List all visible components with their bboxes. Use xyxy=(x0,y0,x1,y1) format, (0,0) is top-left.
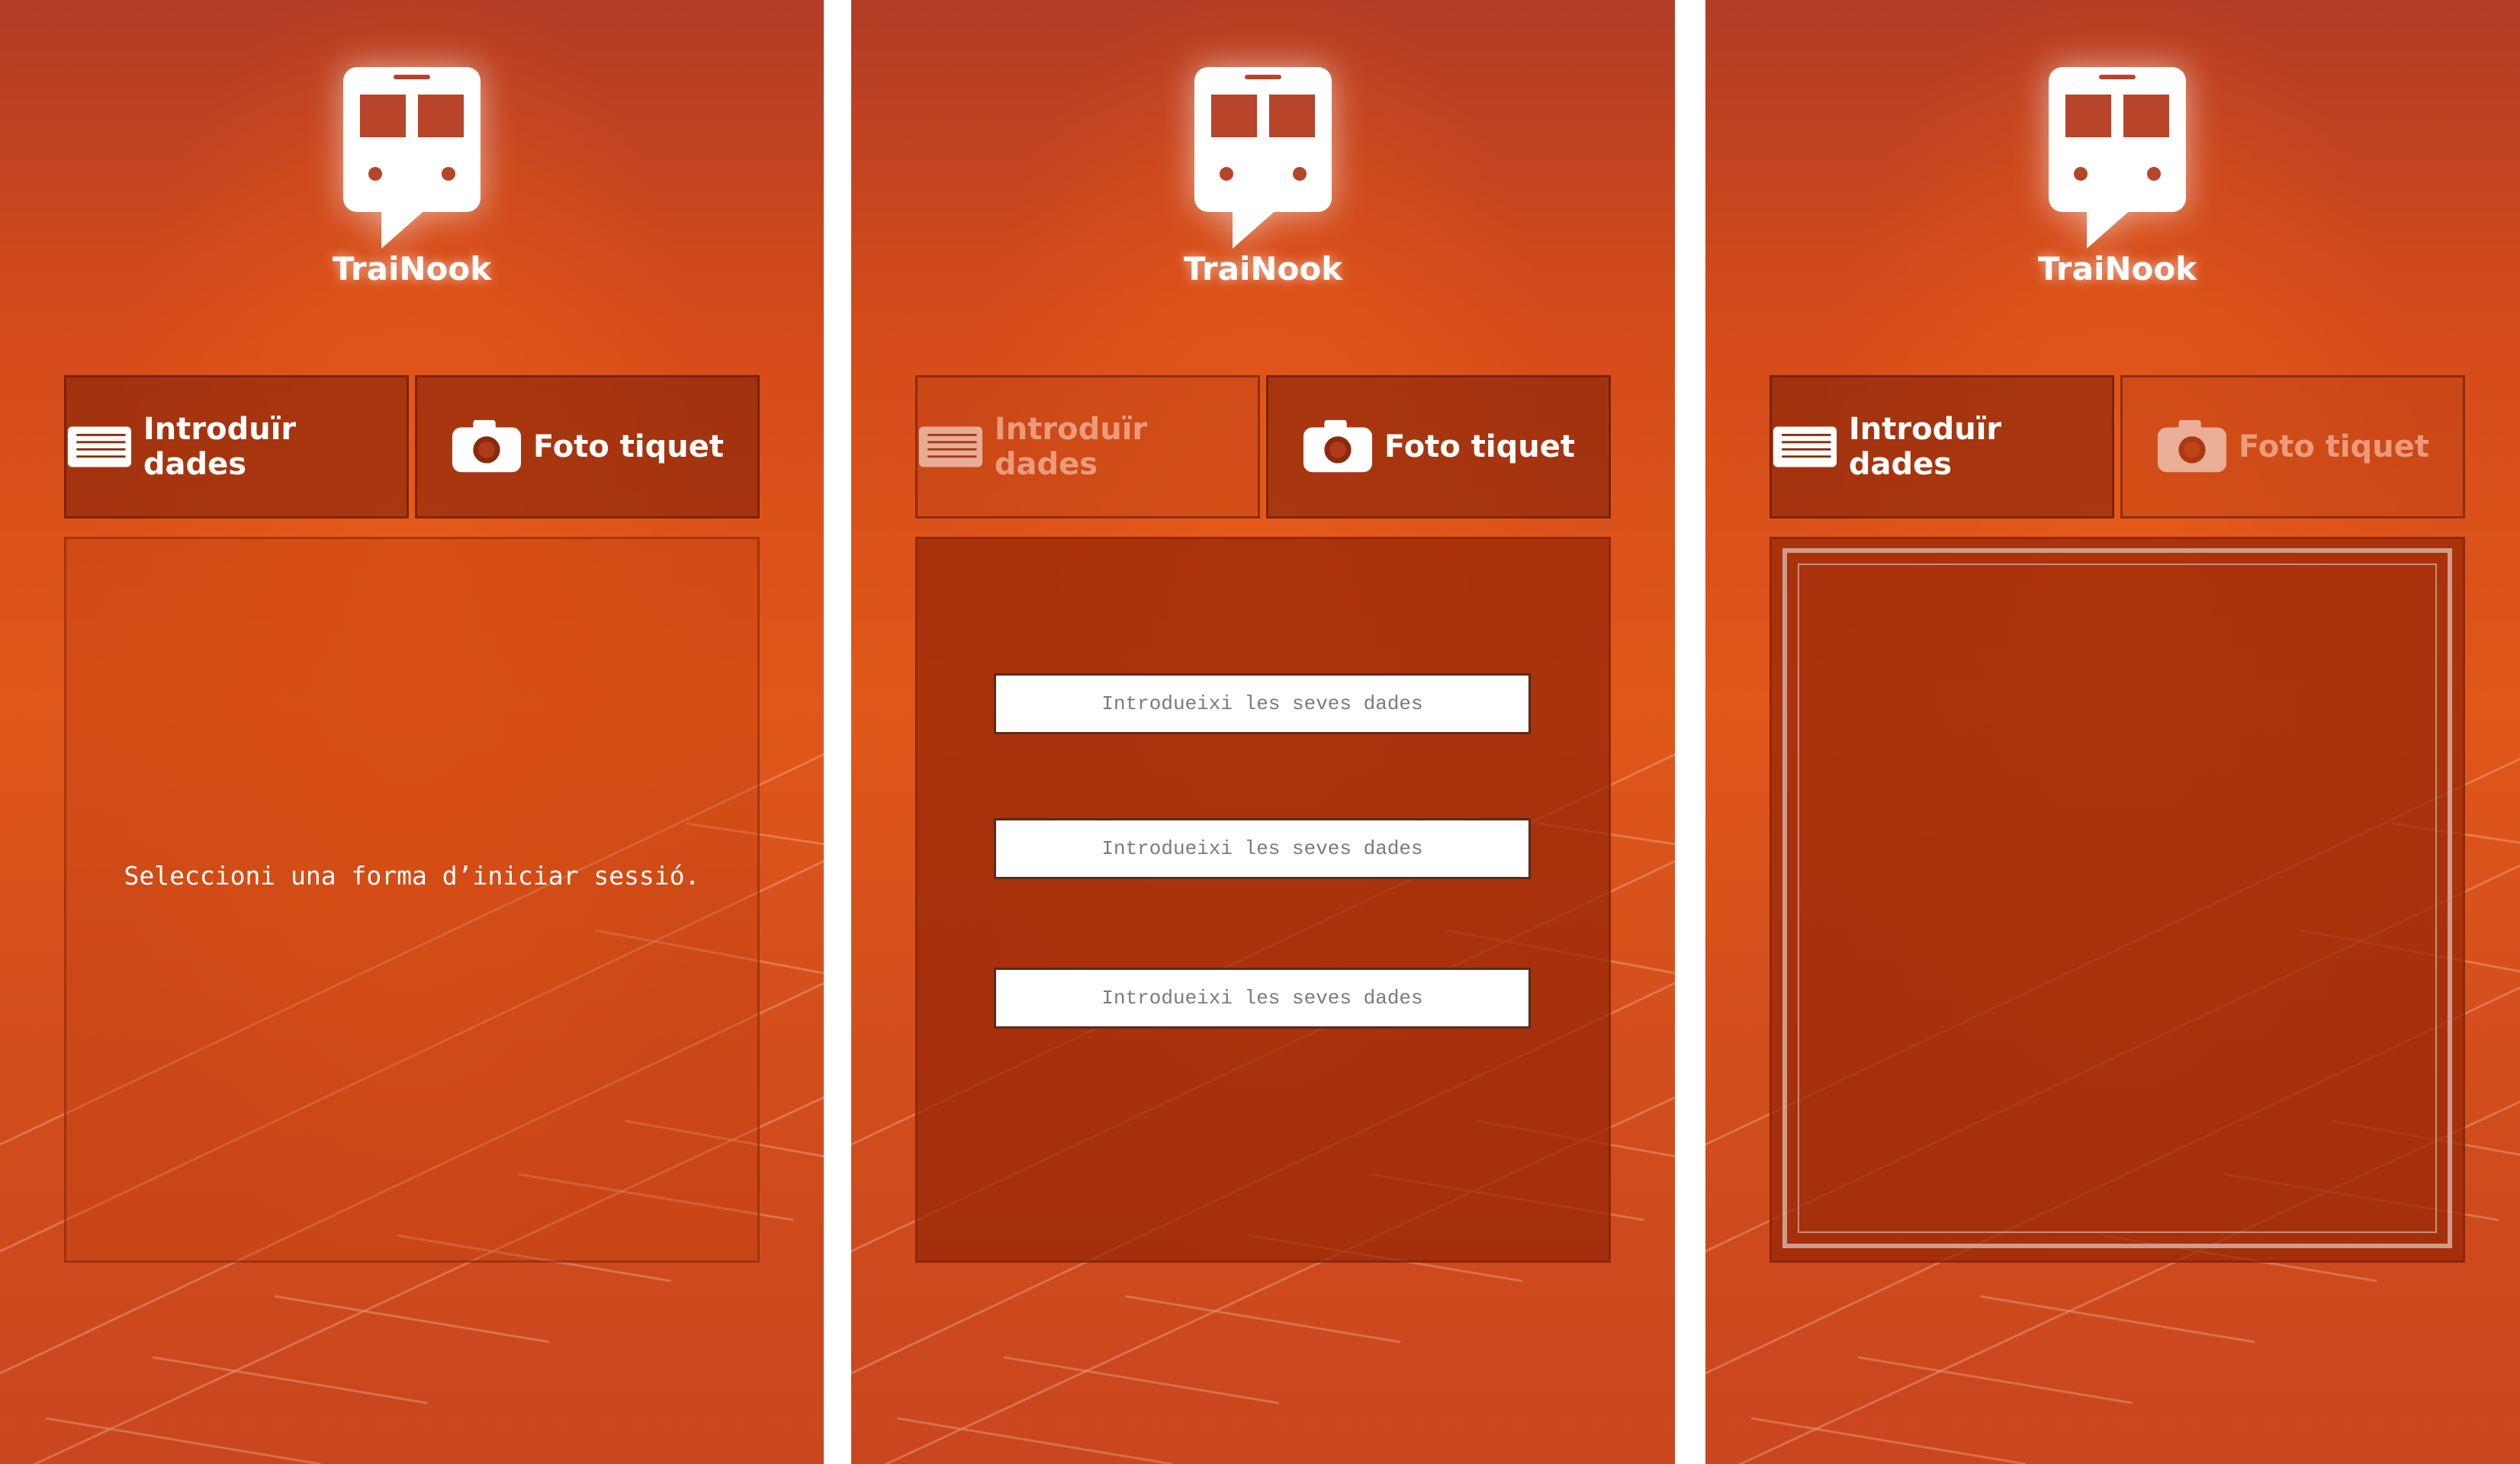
train-speech-bubble-icon xyxy=(1187,67,1339,250)
tab-enter-data[interactable]: Introduïr dades xyxy=(64,375,409,518)
app-title: TraiNook xyxy=(1183,250,1343,287)
tab-photo-ticket[interactable]: Foto tiquet xyxy=(2120,375,2465,518)
camera-icon xyxy=(1302,419,1374,474)
data-input-1[interactable] xyxy=(994,673,1531,734)
tab-enter-data-label: Introduïr dades xyxy=(143,412,297,482)
tab-photo-ticket-label: Foto tiquet xyxy=(533,429,724,464)
login-prompt-text: Seleccioni una forma d’iniciar sessió. xyxy=(124,861,700,891)
camera-viewfinder-panel[interactable] xyxy=(1769,537,2465,1263)
viewfinder-frame-inner xyxy=(1798,563,2437,1233)
tab-enter-data-label: Introduïr dades xyxy=(994,412,1148,482)
screen-enter-data: TraiNook Introduïr dades Foto tiquet xyxy=(851,0,1675,1464)
tab-enter-data[interactable]: Introduïr dades xyxy=(915,375,1260,518)
data-input-3[interactable] xyxy=(994,968,1531,1029)
tab-photo-ticket[interactable]: Foto tiquet xyxy=(415,375,760,518)
train-speech-bubble-icon xyxy=(336,67,488,250)
list-icon xyxy=(918,425,984,469)
tab-enter-data-label: Introduïr dades xyxy=(1848,412,2002,482)
app-title: TraiNook xyxy=(332,250,492,287)
tab-photo-ticket-label: Foto tiquet xyxy=(1384,429,1575,464)
train-speech-bubble-icon xyxy=(2041,67,2194,250)
data-input-2[interactable] xyxy=(994,818,1531,879)
screen-photo-ticket: TraiNook Introduïr dades Foto tiquet xyxy=(1705,0,2520,1464)
screen-login-select: TraiNook Introduïr dades Foto tiquet Sel… xyxy=(0,0,824,1464)
list-icon xyxy=(66,425,133,469)
tab-enter-data[interactable]: Introduïr dades xyxy=(1769,375,2114,518)
camera-icon xyxy=(451,419,522,474)
content-panel: Seleccioni una forma d’iniciar sessió. xyxy=(64,537,760,1263)
camera-icon xyxy=(2156,419,2228,474)
tab-photo-ticket-label: Foto tiquet xyxy=(2239,429,2429,464)
app-title: TraiNook xyxy=(2037,250,2197,287)
list-icon xyxy=(1772,425,1838,469)
tab-photo-ticket[interactable]: Foto tiquet xyxy=(1266,375,1611,518)
data-entry-panel xyxy=(915,537,1611,1263)
